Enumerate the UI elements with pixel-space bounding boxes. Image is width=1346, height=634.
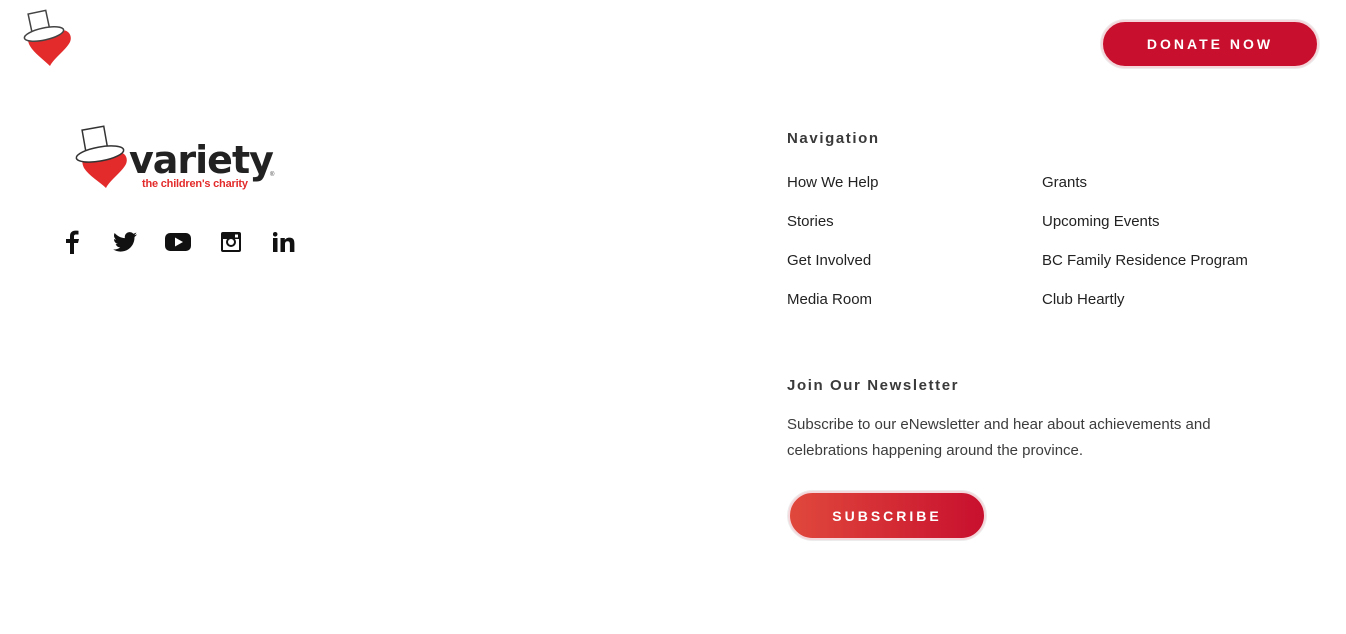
nav-link-club-heartly[interactable]: Club Heartly: [1042, 291, 1125, 308]
nav-link-get-involved[interactable]: Get Involved: [787, 252, 871, 269]
nav-link-stories[interactable]: Stories: [787, 213, 834, 230]
newsletter-heading: Join Our Newsletter: [787, 377, 960, 394]
subscribe-label: SUBSCRIBE: [832, 507, 942, 524]
social-links: [58, 228, 323, 256]
variety-logo[interactable]: variety ® the children's charity: [74, 122, 280, 194]
subscribe-button[interactable]: SUBSCRIBE: [788, 491, 986, 540]
linkedin-icon[interactable]: [270, 228, 298, 256]
nav-link-bc-family-residence[interactable]: BC Family Residence Program: [1042, 252, 1248, 269]
donate-now-label: DONATE NOW: [1146, 36, 1274, 52]
brand-tagline: the children's charity: [142, 178, 248, 190]
brand-wordmark: variety: [129, 138, 274, 182]
youtube-icon[interactable]: [164, 228, 192, 256]
newsletter-description: Subscribe to our eNewsletter and hear ab…: [787, 416, 1211, 459]
nav-link-how-we-help[interactable]: How We Help: [787, 174, 878, 191]
twitter-icon[interactable]: [111, 228, 139, 256]
registered-mark: ®: [270, 172, 275, 178]
tophat-heart-icon: [75, 125, 127, 188]
instagram-icon[interactable]: [217, 228, 245, 256]
navigation-heading: Navigation: [787, 130, 880, 147]
nav-link-upcoming-events[interactable]: Upcoming Events: [1042, 213, 1160, 230]
nav-link-media-room[interactable]: Media Room: [787, 291, 872, 308]
facebook-icon[interactable]: [58, 228, 86, 256]
nav-link-grants[interactable]: Grants: [1042, 174, 1087, 191]
top-logo-icon[interactable]: [20, 8, 72, 68]
donate-now-button[interactable]: DONATE NOW: [1101, 20, 1319, 68]
